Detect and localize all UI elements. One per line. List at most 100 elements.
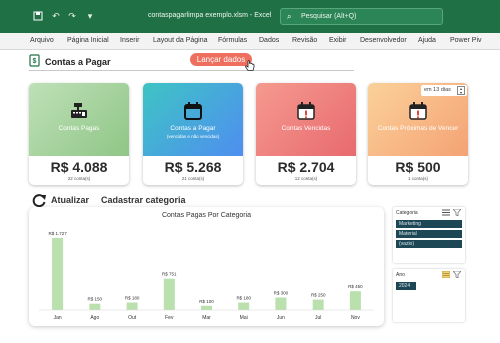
card-label: Contas Vencidas [281, 125, 331, 132]
tab-revisao[interactable]: Revisão [292, 37, 317, 44]
customize-icon[interactable]: ▾ [85, 11, 95, 21]
slicer-ano: Ano 2024 [393, 269, 465, 322]
slicer-categoria: Categoria Marketing Material (vazio) [393, 207, 465, 263]
card-value: R$ 500 [395, 159, 441, 175]
chart-bar [126, 302, 138, 310]
cash-register-icon [69, 101, 89, 121]
calendar-icon [183, 101, 203, 121]
slicer-item-material[interactable]: Material [396, 230, 462, 238]
card-contas-vencidas: Contas Vencidas R$ 2.704 12 conta(s) [256, 83, 356, 185]
chart-data-label: R$ 450 [348, 284, 363, 289]
chart-panel: R$ 1.727 Jan R$ 150 Ago R$ 180 Out R$ 751 Fev R$… [29, 207, 384, 326]
undo-icon[interactable]: ↶ [51, 11, 61, 21]
slicer-item-2024[interactable]: 2024 [396, 282, 416, 290]
card-header: Contas a Pagar (vencidas e não vencidas) [143, 83, 243, 156]
card-value: R$ 4.088 [50, 159, 108, 175]
card-sublabel: (vencidas e não vencidas) [166, 134, 220, 139]
window-title: contaspagarlimpa exemplo.xlsm - Excel [148, 12, 272, 19]
lancar-dados-button[interactable]: Lançar dados [190, 53, 252, 66]
ribbon-tabs: Arquivo Página Inicial Inserir Layout da… [0, 33, 500, 50]
card-label: Contas Próximas de Vencer [377, 125, 459, 132]
tab-formulas[interactable]: Fórmulas [218, 37, 247, 44]
tab-pagina-inicial[interactable]: Página Inicial [67, 37, 109, 44]
cadastrar-categoria-button[interactable]: Cadastrar categoria [101, 195, 186, 205]
card-count: 21 conta(s) [181, 176, 205, 181]
tab-arquivo[interactable]: Arquivo [30, 37, 54, 44]
card-count: 1 conta(s) [407, 176, 428, 181]
search-input[interactable]: Pesquisar (Alt+Q) [301, 13, 356, 20]
tab-layout-pagina[interactable]: Layout da Página [153, 37, 208, 44]
tab-desenvolvedor[interactable]: Desenvolvedor [360, 37, 407, 44]
bill-icon: $ [29, 54, 41, 67]
calendar-alert-icon [296, 101, 316, 121]
chart-data-label: R$ 150 [88, 297, 103, 302]
card-value: R$ 2.704 [277, 159, 335, 175]
chart-bar [89, 303, 101, 310]
chart-data-label: R$ 100 [199, 299, 214, 304]
chart-tick-label: Nov [351, 315, 360, 321]
slicer-header: Ano [396, 272, 405, 278]
chart-data-label: R$ 180 [236, 296, 251, 301]
slicer-item-vazio[interactable]: (vazio) [396, 240, 462, 248]
chart-tick-label: Ago [90, 315, 99, 321]
spin-arrows-icon[interactable]: ▴ ▾ [457, 86, 465, 95]
multi-select-icon[interactable] [441, 270, 451, 279]
chart-tick-label: Jul [315, 315, 321, 321]
chart-bar [349, 291, 361, 310]
card-header: Contas Vencidas [256, 83, 356, 156]
card-header: Contas Pagas [29, 83, 129, 156]
clear-filter-icon[interactable] [452, 270, 462, 279]
chart-bar [312, 299, 324, 310]
chart-bar [163, 278, 175, 310]
days-label: em 13 dias [424, 87, 451, 93]
save-icon[interactable] [33, 11, 43, 21]
chart-tick-label: Fev [165, 315, 174, 321]
card-contas-proximas: em 13 dias ▴ ▾ Contas Próximas de Vencer … [368, 83, 468, 185]
card-label: Contas a Pagar [170, 125, 216, 132]
clear-filter-icon[interactable] [452, 208, 462, 217]
bar-chart: R$ 1.727 Jan R$ 150 Ago R$ 180 Out R$ 751 Fev R$… [39, 231, 374, 321]
card-header: em 13 dias ▴ ▾ Contas Próximas de Vencer [368, 83, 468, 156]
svg-text:$: $ [33, 58, 37, 65]
card-value: R$ 5.268 [164, 159, 222, 175]
chart-bar [275, 297, 287, 310]
card-count: 22 conta(s) [67, 176, 91, 181]
card-contas-pagas: Contas Pagas R$ 4.088 22 conta(s) [29, 83, 129, 185]
card-label: Contas Pagas [58, 125, 100, 132]
chart-bar [201, 305, 212, 310]
tab-inserir[interactable]: Inserir [120, 37, 139, 44]
chart-data-label: R$ 250 [311, 293, 326, 298]
chart-data-label: R$ 751 [162, 272, 177, 277]
chart-tick-label: Jun [277, 315, 285, 321]
multi-select-icon[interactable] [442, 209, 450, 216]
chart-data-label: R$ 300 [274, 291, 289, 296]
chart-bar [238, 302, 250, 310]
days-spinner[interactable]: em 13 dias ▴ ▾ [421, 85, 467, 96]
redo-icon[interactable]: ↷ [67, 11, 77, 21]
search-box[interactable]: ⌕ Pesquisar (Alt+Q) [280, 8, 443, 25]
page-title: Contas a Pagar [45, 57, 111, 67]
tab-exibir[interactable]: Exibir [329, 37, 347, 44]
calendar-alert-icon [408, 101, 428, 121]
chart-data-label: R$ 180 [125, 296, 140, 301]
card-count: 12 conta(s) [294, 176, 318, 181]
slicer-item-marketing[interactable]: Marketing [396, 220, 462, 228]
chart-bar [52, 238, 64, 310]
chart-data-label: R$ 1.727 [48, 231, 67, 236]
hand-cursor-icon [244, 60, 256, 72]
chart-tick-label: Jan [54, 315, 62, 321]
tab-dados[interactable]: Dados [259, 37, 279, 44]
header-divider [29, 70, 354, 71]
chart-title: Contas Pagas Por Categoria [161, 212, 252, 219]
chart-tick-label: Out [128, 315, 137, 321]
tab-power-pivot[interactable]: Power Piv [450, 37, 482, 44]
search-icon: ⌕ [287, 12, 292, 21]
tab-ajuda[interactable]: Ajuda [418, 37, 436, 44]
chart-tick-label: Mar [202, 315, 211, 321]
atualizar-button[interactable]: Atualizar [51, 195, 89, 205]
card-contas-a-pagar: Contas a Pagar (vencidas e não vencidas)… [143, 83, 243, 185]
slicer-header: Categoria [396, 210, 418, 216]
refresh-icon[interactable] [32, 193, 47, 208]
chart-tick-label: Mai [240, 315, 248, 321]
title-bar: ↶ ↷ ▾ contaspagarlimpa exemplo.xlsm - Ex… [0, 0, 500, 33]
